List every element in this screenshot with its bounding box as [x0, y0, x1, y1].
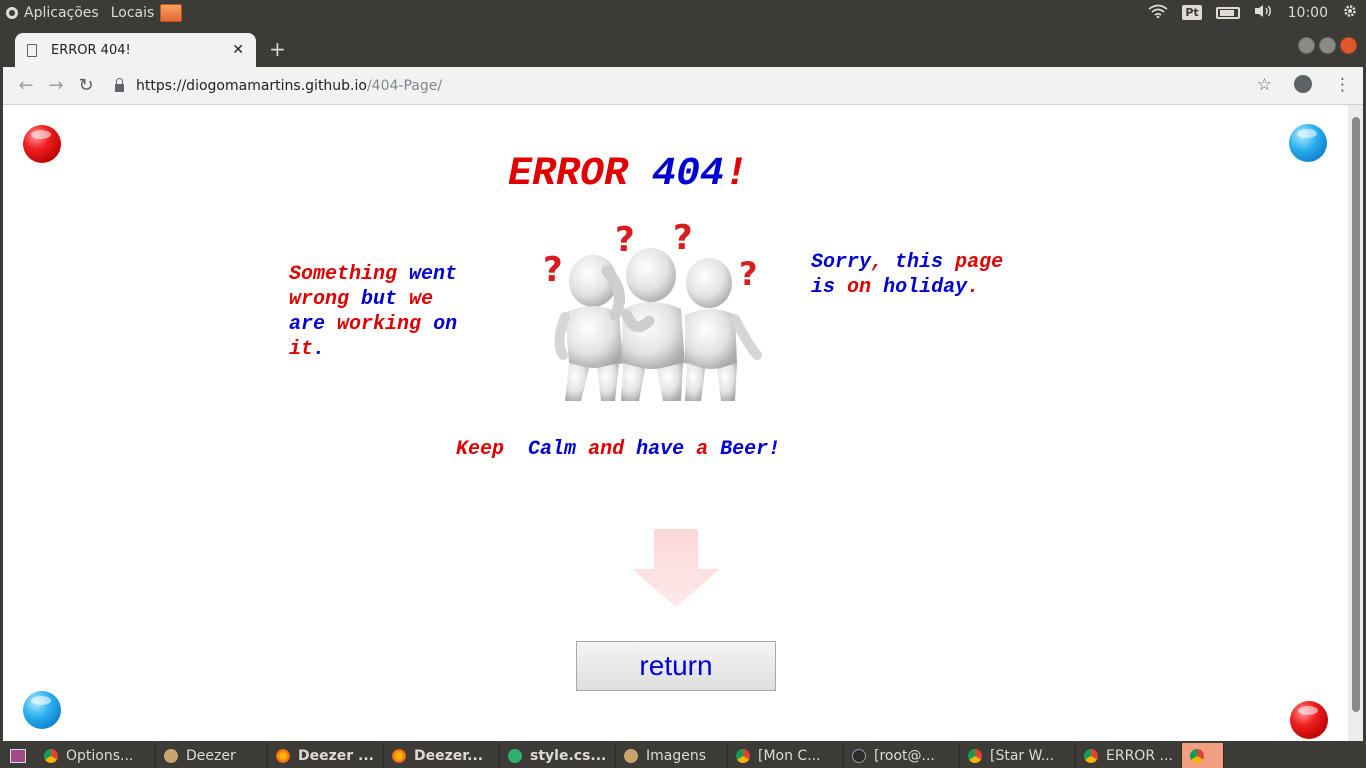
svg-text:?: ? — [739, 255, 758, 293]
taskbar-item[interactable]: Deezer... — [384, 743, 500, 768]
forward-arrow-icon[interactable]: → — [41, 75, 71, 96]
apps-menu[interactable]: Aplicações — [0, 0, 105, 25]
address-bar[interactable]: https://diogomamartins.github.io/404-Pag… — [115, 73, 1280, 99]
url-host: https://diogomamartins.github.io — [136, 78, 367, 94]
back-arrow-icon[interactable]: ← — [11, 75, 41, 96]
taskbar-item-chrome-launcher[interactable] — [1182, 743, 1224, 768]
right-message: Sorry, this page is on holiday. — [811, 251, 1004, 299]
chrome-icon — [44, 748, 58, 763]
title-bang: ! — [724, 152, 749, 197]
taskbar-item[interactable]: [Star W... — [960, 743, 1076, 768]
confused-figures-image: ? ? ? ? — [543, 223, 762, 401]
bookmark-star-icon[interactable]: ☆ — [1257, 75, 1272, 95]
footer-message: Keep Calm and have a Beer! — [456, 438, 781, 461]
blue-ball-top-right — [1289, 124, 1327, 162]
chrome-icon — [1190, 748, 1204, 763]
browser-toolbar: ← → ↻ https://diogomamartins.github.io/4… — [3, 67, 1363, 105]
wifi-icon[interactable] — [1148, 4, 1168, 22]
menu-kebab-icon[interactable]: ⋮ — [1334, 75, 1351, 95]
taskbar-item[interactable]: Deezer ... — [268, 743, 384, 768]
tab-error-404[interactable]: ERROR 404! ✕ — [15, 33, 256, 67]
places-menu[interactable]: Locais — [105, 0, 189, 25]
top-panel: Aplicações Locais Pt 10:00 — [0, 0, 1366, 25]
document-icon — [27, 43, 37, 57]
svg-text:?: ? — [615, 223, 635, 260]
firefox-icon — [392, 748, 406, 763]
lock-icon[interactable] — [115, 78, 124, 92]
red-ball-top-left — [23, 125, 61, 163]
file-manager-icon — [164, 748, 178, 763]
taskbar-item[interactable]: Imagens — [616, 743, 728, 768]
red-ball-bottom-right — [1290, 701, 1328, 739]
taskbar: Options... Deezer Deezer ... Deezer... s… — [0, 743, 1366, 768]
apps-menu-icon — [6, 6, 18, 19]
gear-icon[interactable] — [1342, 3, 1358, 23]
tab-bar: ERROR 404! ✕ + — [3, 25, 1363, 67]
taskbar-item[interactable]: ERROR ... — [1076, 743, 1182, 768]
chrome-icon — [1084, 748, 1098, 763]
chrome-icon — [736, 748, 750, 763]
chrome-icon — [968, 748, 982, 763]
page-scrollbar[interactable] — [1348, 105, 1363, 741]
firefox-icon — [276, 748, 290, 763]
new-tab-button[interactable]: + — [269, 37, 286, 61]
taskbar-item[interactable]: Deezer — [156, 743, 268, 768]
minimize-button[interactable] — [1298, 37, 1315, 54]
url-path: /404-Page/ — [366, 78, 443, 94]
file-manager-icon — [624, 748, 638, 763]
reload-icon[interactable]: ↻ — [71, 75, 101, 96]
terminal-icon — [852, 748, 866, 763]
taskbar-item[interactable]: [Mon C... — [728, 743, 844, 768]
window-controls — [1298, 37, 1357, 54]
tab-title: ERROR 404! — [51, 42, 131, 58]
clock[interactable]: 10:00 — [1288, 5, 1328, 21]
scrollbar-thumb[interactable] — [1352, 117, 1360, 712]
taskbar-item[interactable]: Options... — [36, 743, 156, 768]
taskbar-item[interactable]: style.cs... — [500, 743, 616, 768]
profile-avatar-icon[interactable] — [1294, 75, 1312, 93]
volume-icon[interactable] — [1254, 4, 1274, 22]
svg-text:?: ? — [673, 223, 693, 258]
taskbar-item[interactable]: [root@... — [844, 743, 960, 768]
editor-icon — [508, 748, 522, 763]
page-content: ERROR 404! Something went wrong but we a… — [3, 105, 1348, 741]
svg-text:?: ? — [543, 250, 563, 290]
close-tab-icon[interactable]: ✕ — [232, 42, 244, 58]
return-button[interactable]: return — [576, 641, 776, 691]
apps-menu-label: Aplicações — [24, 4, 99, 21]
folder-icon[interactable] — [160, 3, 183, 22]
battery-icon[interactable] — [1215, 6, 1240, 19]
close-window-button[interactable] — [1340, 37, 1357, 54]
show-desktop-icon[interactable] — [10, 748, 26, 763]
maximize-button[interactable] — [1319, 37, 1336, 54]
page-title: ERROR 404! — [508, 152, 748, 197]
browser-window: ERROR 404! ✕ + ← → ↻ https://diogomamart… — [3, 25, 1363, 741]
title-word: ERROR — [508, 152, 629, 197]
title-code: 404 — [652, 152, 725, 197]
keyboard-layout-indicator[interactable]: Pt — [1182, 5, 1202, 20]
left-message: Something went wrong but we are working … — [289, 263, 458, 361]
places-menu-label: Locais — [110, 4, 155, 21]
blue-ball-bottom-left — [23, 691, 61, 729]
down-arrow-icon — [632, 529, 720, 607]
